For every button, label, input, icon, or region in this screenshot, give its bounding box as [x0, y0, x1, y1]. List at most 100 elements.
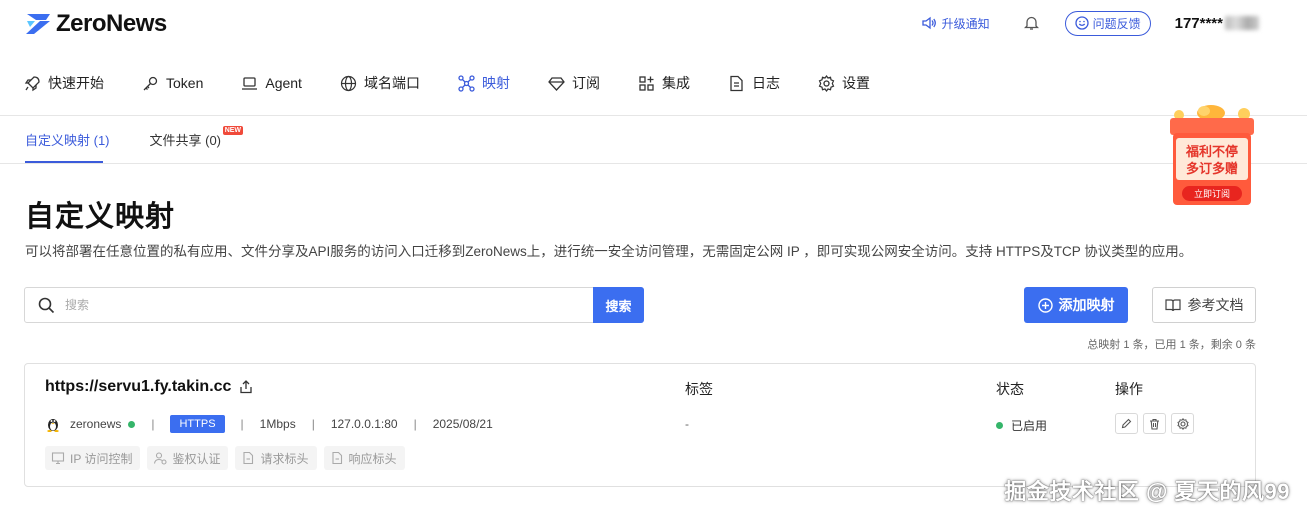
- logo-mark-icon: [26, 14, 50, 34]
- notification-button[interactable]: [1023, 15, 1039, 31]
- feature-chip[interactable]: 鉴权认证: [147, 446, 229, 470]
- divider: [0, 163, 1307, 164]
- chip-label: 响应标头: [348, 451, 397, 466]
- agent-name[interactable]: zeronews: [70, 417, 121, 431]
- page-title: 自定义映射: [25, 201, 176, 233]
- nav-item-6[interactable]: 集成: [638, 72, 690, 94]
- pencil-icon: [1121, 418, 1132, 429]
- bell-icon: [1023, 16, 1039, 30]
- mapping-url[interactable]: https://servu1.fy.takin.cc: [45, 378, 231, 396]
- operation-buttons: [1115, 413, 1194, 434]
- rocket-icon: [24, 75, 40, 91]
- docs-label: 参考文档: [1187, 297, 1244, 313]
- nav-item-4[interactable]: 映射: [458, 72, 510, 94]
- promo-button: 立即订阅: [1194, 188, 1230, 200]
- status-label: 已启用: [1011, 419, 1048, 433]
- nav-label: 日志: [751, 75, 780, 91]
- document-icon: [730, 75, 743, 91]
- separator: |: [311, 417, 315, 431]
- promo-line2: 多订多赠: [1186, 161, 1238, 177]
- grid-plus-icon: [639, 75, 654, 91]
- column-status: 状态: [996, 381, 1024, 397]
- key-icon: [143, 76, 158, 90]
- settings-button[interactable]: [1171, 413, 1194, 434]
- user-phone: 177****: [1174, 14, 1223, 32]
- status-dot: [996, 422, 1003, 429]
- logo[interactable]: ZeroNews: [24, 10, 167, 38]
- diamond-icon: [548, 76, 565, 91]
- nav-label: 映射: [481, 75, 510, 91]
- main-nav: 快速开始 Token Agent 域名端口 映射 订阅 集成 日志 设置: [24, 72, 908, 94]
- page-description: 可以将部署在任意位置的私有应用、文件分享及API服务的访问入口迁移到ZeroNe…: [25, 244, 1193, 259]
- column-ops: 操作: [1115, 381, 1143, 397]
- gear-icon: [818, 74, 835, 92]
- delete-button[interactable]: [1143, 413, 1166, 434]
- tab-custom-mapping[interactable]: 自定义映射 (1): [25, 130, 110, 149]
- search-button[interactable]: 搜索: [593, 287, 644, 323]
- share-icon[interactable]: [239, 380, 253, 394]
- nav-item-5[interactable]: 订阅: [548, 72, 600, 94]
- divider: [0, 115, 1307, 116]
- nav-label: 集成: [661, 75, 690, 91]
- nav-label: 域名端口: [363, 75, 420, 91]
- network-icon: [458, 74, 475, 92]
- chip-label: 请求标头: [260, 451, 309, 466]
- nav-item-0[interactable]: 快速开始: [24, 72, 104, 94]
- nav-label: 设置: [841, 75, 870, 91]
- mapping-tags: -: [685, 417, 689, 431]
- nav-label: 快速开始: [48, 75, 104, 91]
- chip-label: IP 访问控制: [70, 451, 133, 466]
- separator: |: [240, 417, 244, 431]
- tab-file-share[interactable]: 文件共享 (0) NEW: [149, 126, 244, 149]
- local-address: 127.0.0.1:80: [330, 417, 398, 431]
- file-icon: [243, 451, 254, 465]
- feature-chip[interactable]: 响应标头: [323, 446, 405, 470]
- promo-line1: 福利不停: [1185, 144, 1238, 160]
- add-mapping-button[interactable]: 添加映射: [1024, 287, 1128, 323]
- nav-item-8[interactable]: 设置: [818, 72, 870, 94]
- upgrade-notice-link[interactable]: 升级通知: [921, 15, 990, 32]
- bandwidth: 1Mbps: [259, 417, 296, 431]
- plus-circle-icon: [1037, 297, 1053, 313]
- brand-name: ZeroNews: [56, 10, 167, 37]
- user-shield-icon: [154, 452, 168, 465]
- feature-chip[interactable]: 请求标头: [235, 446, 317, 470]
- mapping-meta: zeronews | HTTPS | 1Mbps | 127.0.0.1:80 …: [46, 415, 493, 433]
- laptop-icon: [242, 76, 258, 90]
- feature-chips: IP 访问控制 鉴权认证 请求标头 响应标头: [45, 446, 405, 470]
- search-icon: [38, 297, 55, 313]
- mapping-summary: 总映射 1 条，已用 1 条，剩余 0 条: [1087, 339, 1256, 351]
- nav-item-2[interactable]: Agent: [241, 72, 302, 94]
- promo-banner[interactable]: 福利不停 多订多赠 立即订阅: [1164, 102, 1258, 208]
- chip-label: 鉴权认证: [172, 451, 221, 466]
- trash-icon: [1150, 418, 1159, 430]
- tab-file-share-label: 文件共享 (0): [149, 133, 222, 148]
- new-badge: NEW: [222, 126, 244, 135]
- column-tags: 标签: [685, 381, 713, 397]
- nav-item-3[interactable]: 域名端口: [340, 72, 420, 94]
- user-account-menu[interactable]: 177****: [1175, 15, 1259, 32]
- edit-button[interactable]: [1115, 413, 1138, 434]
- monitor-icon: [51, 452, 65, 465]
- feature-chip[interactable]: IP 访问控制: [45, 446, 141, 470]
- gear-icon: [1176, 417, 1189, 430]
- separator: |: [413, 417, 417, 431]
- linux-icon: [47, 419, 59, 432]
- add-mapping-label: 添加映射: [1058, 297, 1115, 313]
- nav-label: Token: [166, 75, 204, 91]
- upgrade-label: 升级通知: [941, 16, 990, 31]
- docs-button[interactable]: 参考文档: [1152, 287, 1256, 323]
- search-input[interactable]: [65, 298, 593, 312]
- feedback-label: 问题反馈: [1092, 16, 1141, 31]
- smile-icon: [1074, 16, 1089, 30]
- watermark: 掘金技术社区 @ 夏天的风99: [1004, 479, 1290, 504]
- protocol-badge: HTTPS: [170, 415, 225, 433]
- nav-item-1[interactable]: Token: [142, 72, 203, 94]
- created-date: 2025/08/21: [432, 417, 493, 431]
- nav-item-7[interactable]: 日志: [728, 72, 780, 94]
- mapping-status: 已启用: [996, 417, 1047, 434]
- feedback-button[interactable]: 问题反馈: [1064, 10, 1151, 36]
- nav-label: 订阅: [571, 75, 600, 91]
- mapping-url-row: https://servu1.fy.takin.cc: [45, 378, 253, 396]
- agent-online-dot: [128, 420, 136, 428]
